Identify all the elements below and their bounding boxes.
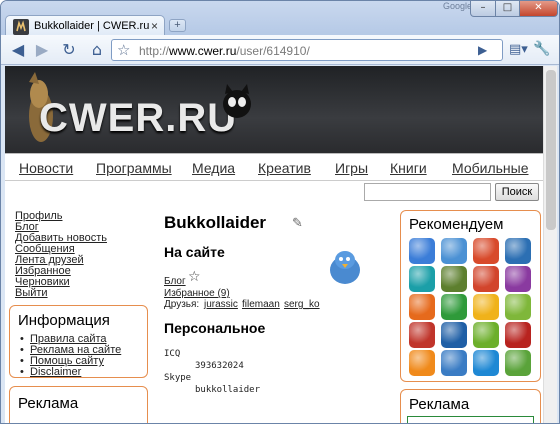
back-arrow-icon[interactable]: ◀ xyxy=(7,39,29,61)
bird-app-icon[interactable] xyxy=(441,238,467,264)
friend-link[interactable]: filemaan xyxy=(242,299,280,310)
go-arrow-icon[interactable]: ▶ xyxy=(478,43,487,57)
reload-icon[interactable]: ↻ xyxy=(58,39,80,61)
friends-label: Друзья: xyxy=(164,299,200,310)
nav-news[interactable]: Новости xyxy=(19,160,73,176)
ad-banner-frame[interactable] xyxy=(407,416,534,423)
globe-app-icon[interactable] xyxy=(505,238,531,264)
cwer-favicon-icon xyxy=(13,19,29,35)
record-app-icon[interactable] xyxy=(473,238,499,264)
money-app-icon[interactable] xyxy=(505,350,531,376)
green-robot-icon[interactable] xyxy=(441,294,467,320)
vertical-scrollbar[interactable] xyxy=(543,66,557,423)
web-page: CWER.RU Новости Программы Медиа Креатив … xyxy=(5,66,543,423)
red-box-icon[interactable] xyxy=(505,322,531,348)
nav-media[interactable]: Медиа xyxy=(192,160,235,176)
blue-wave-icon[interactable] xyxy=(473,350,499,376)
on-site-heading: На сайте xyxy=(164,244,225,260)
tool-app-icon[interactable] xyxy=(505,294,531,320)
info-box-title: Информация xyxy=(18,312,110,329)
minimize-button[interactable]: – xyxy=(470,1,496,17)
friend-link[interactable]: serg_ko xyxy=(284,299,320,310)
site-search-input[interactable] xyxy=(364,183,491,201)
site-logo[interactable]: CWER.RU xyxy=(39,96,237,141)
icq-value: 393632024 xyxy=(195,361,244,371)
ads-box-left: Реклама xyxy=(9,386,148,423)
browser-tab[interactable]: Bukkollaider | CWER.ru × xyxy=(5,15,165,37)
wrench-menu-icon[interactable]: 🔧 xyxy=(533,41,550,57)
skype-label: Skype xyxy=(164,373,192,383)
title-bar: Bukkollaider | CWER.ru × + Google – □ ✕ xyxy=(1,1,559,37)
windows-icon[interactable] xyxy=(409,238,435,264)
forward-arrow-icon[interactable]: ▶ xyxy=(31,39,53,61)
google-brand-label: Google xyxy=(443,1,473,11)
recommend-box: Рекомендуем xyxy=(400,210,541,382)
url-path: /user/614910/ xyxy=(236,44,310,58)
ads-right-title: Реклама xyxy=(409,396,470,413)
nav-mobile[interactable]: Мобильные xyxy=(452,160,529,176)
nav-games[interactable]: Игры xyxy=(335,160,368,176)
info-box: Информация Правила сайта Реклама на сайт… xyxy=(9,305,148,378)
skype-value: bukkollaider xyxy=(195,385,261,395)
nav-programs[interactable]: Программы xyxy=(96,160,172,176)
page-menu-icon[interactable]: ▤▾ xyxy=(509,42,528,57)
xn-app-icon[interactable] xyxy=(473,322,499,348)
maximize-button[interactable]: □ xyxy=(495,1,520,17)
scrollbar-thumb[interactable] xyxy=(546,70,556,230)
teal-app-icon[interactable] xyxy=(409,266,435,292)
user-avatar xyxy=(330,251,360,284)
browser-window: Bukkollaider | CWER.ru × + Google – □ ✕ … xyxy=(0,0,560,424)
main-nav: Новости Программы Медиа Креатив Игры Кни… xyxy=(5,153,543,181)
ads-box-right: Реклама xyxy=(400,389,541,423)
x-app-icon[interactable] xyxy=(441,350,467,376)
shield-app-icon[interactable] xyxy=(409,322,435,348)
nav-books[interactable]: Книги xyxy=(390,160,427,176)
menu-logout[interactable]: Выйти xyxy=(15,287,48,299)
edit-pencil-icon[interactable]: ✎ xyxy=(292,216,303,231)
ccleaner-icon[interactable] xyxy=(473,266,499,292)
url-domain: www.cwer.ru xyxy=(169,44,237,58)
search-button[interactable]: Поиск xyxy=(495,183,539,201)
url-text[interactable]: http://www.cwer.ru/user/614910/ xyxy=(139,44,310,58)
recommend-title: Рекомендуем xyxy=(409,216,504,233)
profile-blog-link[interactable]: Блог xyxy=(164,276,186,287)
star-outline-icon[interactable]: ☆ xyxy=(188,269,201,285)
friend-link[interactable]: jurassic xyxy=(204,299,238,310)
page-title: Bukkollaider xyxy=(164,213,267,232)
bat-app-icon[interactable] xyxy=(473,294,499,320)
personal-heading: Персональное xyxy=(164,320,266,336)
browser-toolbar: ◀ ▶ ↻ ⌂ ☆ http://www.cwer.ru/user/614910… xyxy=(1,35,559,65)
photoshop-icon[interactable] xyxy=(441,322,467,348)
firefox-icon[interactable] xyxy=(409,294,435,320)
cat-mascot-icon xyxy=(223,84,251,118)
tab-title: Bukkollaider | CWER.ru xyxy=(34,20,150,32)
aimp-icon[interactable] xyxy=(409,350,435,376)
nav-creative[interactable]: Креатив xyxy=(258,160,311,176)
address-bar[interactable]: ☆ http://www.cwer.ru/user/614910/ ▶ xyxy=(111,39,503,61)
info-link-disclaimer[interactable]: Disclaimer xyxy=(20,366,81,378)
icq-label: ICQ xyxy=(164,349,181,359)
close-window-button[interactable]: ✕ xyxy=(519,1,558,17)
url-scheme: http:// xyxy=(139,44,170,58)
profile-favorites-link[interactable]: Избранное (9) xyxy=(164,288,230,299)
ads-left-title: Реклама xyxy=(18,395,79,412)
site-banner: CWER.RU xyxy=(5,66,543,153)
bug-app-icon[interactable] xyxy=(441,266,467,292)
winrar-icon[interactable] xyxy=(505,266,531,292)
home-icon[interactable]: ⌂ xyxy=(86,39,108,61)
new-tab-button[interactable]: + xyxy=(169,19,186,32)
tab-close-icon[interactable]: × xyxy=(151,19,158,33)
bookmark-star-icon[interactable]: ☆ xyxy=(117,41,130,59)
